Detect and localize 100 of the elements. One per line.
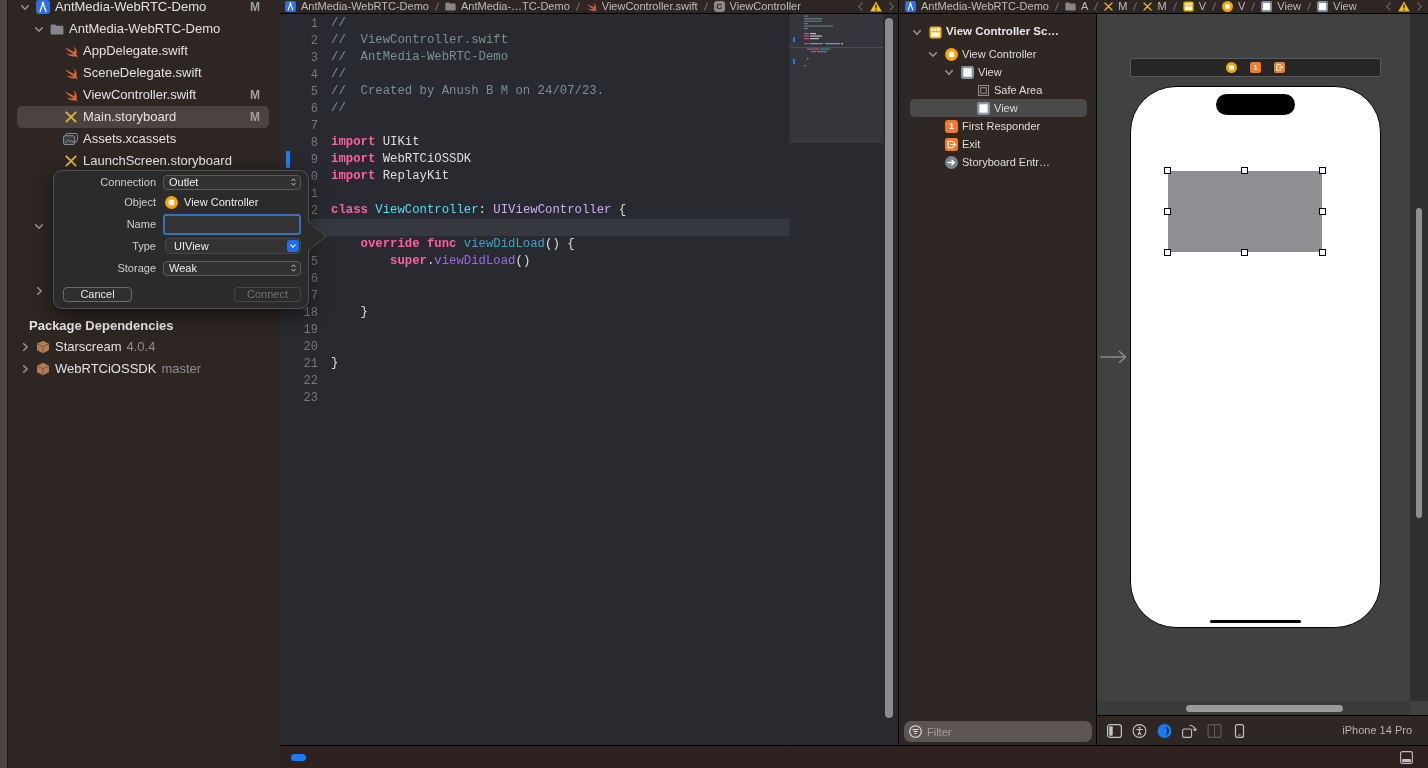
breadcrumb-item[interactable]: AntMedia-WebRTC-Demo [905,1,1049,12]
resize-handle[interactable] [1164,167,1171,174]
square-icon [1261,1,1273,12]
chevron-icon[interactable] [912,29,921,35]
bird-icon [63,44,78,58]
file-item[interactable]: Main.storyboard M [17,106,269,128]
line-number: 6 [310,272,318,285]
square-icon [1317,1,1328,12]
dropdown-button[interactable] [287,240,299,252]
resize-handle[interactable] [1241,249,1248,256]
chevron-icon[interactable] [35,26,43,32]
field-label: Name [125,216,156,232]
code-line: super.viewDidLoad() [390,255,531,268]
resize-handle[interactable] [1319,167,1326,174]
contrast-icon[interactable] [1157,723,1172,738]
scrollbar-thumb[interactable] [885,18,893,718]
warning-icon[interactable] [870,1,882,12]
file-item[interactable]: ViewController.swift M [17,84,269,106]
package-item[interactable]: Starscream 4.0.4 [17,336,269,358]
package-item[interactable]: WebRTCiOSSDK master [17,358,269,380]
device-label[interactable]: iPhone 14 Pro [1342,722,1412,739]
line-number: 0 [310,170,318,183]
popup-button[interactable]: Weak [163,260,301,276]
code-line: } [331,357,339,370]
breadcrumb-item[interactable]: A [1064,1,1089,12]
capsule-icon[interactable] [291,753,306,761]
app-icon [905,1,916,12]
type-combo-box[interactable]: UIView [165,238,301,254]
scrollbar-thumb[interactable] [1416,208,1422,518]
chevron-left-icon[interactable] [858,2,863,11]
resize-handle[interactable] [1164,208,1171,215]
code-line: import WebRTCiOSSDK [331,153,472,166]
filter-field[interactable]: Filter [904,721,1092,742]
cross-icon [64,155,77,167]
code-line: class ViewController: UIViewController { [331,204,627,217]
breadcrumb-item[interactable]: View [1261,1,1301,12]
name-field[interactable] [163,213,301,235]
file-item[interactable]: AppDelegate.swift [17,40,269,62]
line-number: 6 [310,102,318,115]
chevron-icon[interactable] [22,365,28,373]
breadcrumb-item[interactable]: AntMedia-WebRTC-Demo [285,1,429,12]
line-number: 20 [303,340,318,353]
chevron-icon[interactable] [36,287,42,295]
line-number: 18 [303,306,318,319]
chevron-icon[interactable] [21,4,29,10]
file-item[interactable]: AntMedia-WebRTC-Demo [17,18,269,40]
breadcrumb-item[interactable]: V [1182,1,1206,12]
field-label: Storage [116,260,156,276]
outline-item[interactable]: View [910,63,1087,81]
file-item[interactable]: AntMedia-WebRTC-Demo M [17,0,269,18]
resize-handle[interactable] [1241,167,1248,174]
sidebar-icon[interactable] [1107,723,1122,738]
warning-icon[interactable] [1398,1,1410,12]
code-line: // Created by Anush B M on 24/07/23. [331,85,605,98]
popup-button[interactable]: Outlet [163,174,301,190]
separator-icon [1133,2,1138,11]
breadcrumb-item[interactable]: M [1143,1,1167,12]
dialog-button[interactable]: Cancel [63,287,132,302]
bird-icon [63,66,78,80]
outline-item[interactable]: View Controller Sc… [910,21,1087,43]
code-line: override func viewDidLoad() { [360,238,575,251]
accessibility-icon[interactable] [1132,723,1147,738]
breadcrumb-item[interactable]: C ViewController [713,1,801,12]
panel-icon[interactable] [1400,750,1413,764]
line-number: 1 [310,17,318,30]
code-line: import UIKit [331,136,420,149]
circle-icon [945,47,958,61]
phone-icon[interactable] [1232,723,1247,738]
file-item[interactable]: LaunchScreen.storyboard [17,150,269,172]
chevron-icon[interactable] [944,69,953,75]
file-item[interactable]: Assets.xcassets [17,128,269,150]
resize-handle[interactable] [1319,208,1326,215]
chevron-left-icon[interactable] [1386,2,1391,11]
chevron-icon[interactable] [928,51,937,57]
breadcrumb-item[interactable]: V [1222,1,1246,12]
resize-handle[interactable] [1164,249,1171,256]
circle-icon [1222,1,1233,12]
line-number: 7 [310,119,318,132]
updown-icon [291,264,296,272]
breadcrumb-item[interactable]: AntMedia-…TC-Demo [444,1,570,12]
scrollbar-thumb[interactable] [1186,705,1343,712]
outline-item[interactable]: View [910,99,1087,117]
breadcrumb-item[interactable]: M [1104,1,1128,12]
breadcrumb-item[interactable]: View [1317,1,1357,12]
box-icon [35,362,50,376]
file-item[interactable]: SceneDelegate.swift [17,62,269,84]
chevron-icon[interactable] [22,343,28,351]
breadcrumb-item[interactable]: ViewController.swift [585,1,698,12]
resize-handle[interactable] [1319,249,1326,256]
chevron-right-icon[interactable] [889,2,894,11]
chevron-icon [290,244,296,248]
outline-item[interactable]: View Controller [910,45,1087,63]
section-header: Package Dependencies [29,317,174,335]
rotate-icon[interactable] [1182,723,1197,738]
outline-item[interactable]: 1 First Responder [910,117,1087,135]
outline-item[interactable]: Exit [910,135,1087,153]
chevron-icon[interactable] [35,223,43,229]
outline-item[interactable]: Safe Area [910,81,1087,99]
outline-item[interactable]: Storyboard Entr… [910,153,1087,171]
chevron-right-icon[interactable] [1417,2,1422,11]
